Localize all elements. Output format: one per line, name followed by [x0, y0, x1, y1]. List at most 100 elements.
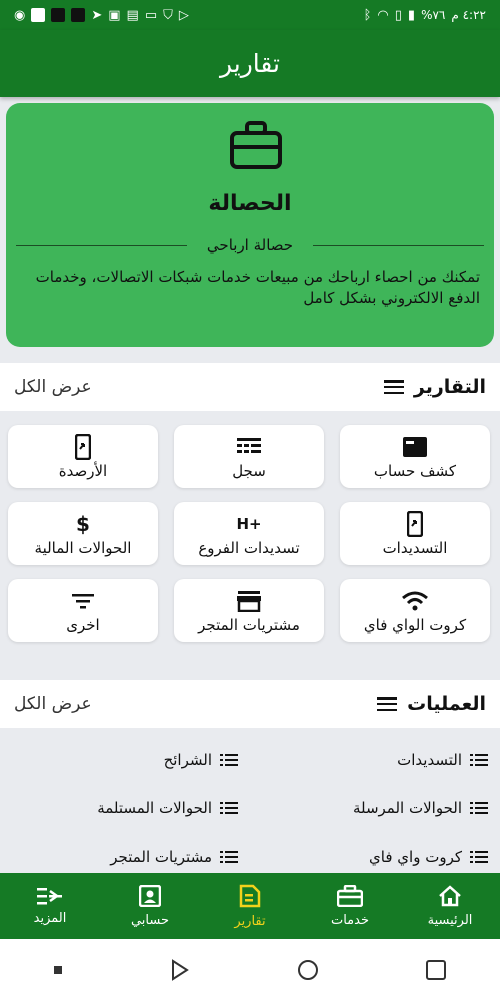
payments-phone-icon: [407, 510, 423, 537]
operation-item-sent-transfers[interactable]: الحوالات المرسلة: [353, 793, 488, 823]
nav-label: خدمات: [330, 912, 370, 928]
list-icon: [470, 800, 488, 816]
wifi-icon: [401, 588, 429, 614]
operations-title-group: العمليات: [377, 693, 486, 715]
filter-icon: [72, 588, 94, 614]
card-divider: حصالة ارباحي: [16, 235, 485, 255]
dot-icon: [54, 965, 62, 974]
status-bar: ◉ ➤ ▣ ▤ ▭ ⛉ ▷ ᛒ ◠ ▯ ▮ %٧٦ ٤:٢٢ م: [0, 0, 500, 30]
list-icon: [470, 752, 488, 768]
report-item-label: مشتريات المتجر: [198, 615, 300, 634]
card-title: الحصالة: [208, 191, 292, 216]
list-icon: [220, 800, 238, 816]
signal-icon: ▮: [407, 7, 416, 23]
image-icon: ▣: [108, 7, 121, 23]
report-item-balances[interactable]: الأرصدة: [8, 425, 158, 488]
nav-label: تقارير: [234, 913, 266, 929]
app-square-icon: [31, 8, 46, 22]
status-right-info: ᛒ ◠ ▯ ▮ %٧٦ ٤:٢٢ م: [364, 8, 486, 22]
nav-item-more[interactable]: المزيد: [0, 873, 100, 939]
operation-label: التسديدات: [397, 751, 462, 769]
reports-section-header: التقارير عرض الكل: [0, 363, 500, 411]
card-description: تمكنك من احصاء ارباحك من مبيعات خدمات شب…: [35, 268, 480, 307]
bluetooth-icon: ᛒ: [363, 7, 372, 23]
operations-view-all-link[interactable]: عرض الكل: [14, 694, 92, 714]
branch-payments-icon: H+: [236, 514, 262, 533]
operation-item-payments[interactable]: التسديدات: [397, 745, 488, 775]
operation-item-received-transfers[interactable]: الحوالات المستلمة: [97, 793, 238, 823]
money-transfer-icon: $: [76, 511, 90, 536]
report-item-label: الحوالات المالية: [34, 538, 132, 557]
report-icon: [239, 884, 261, 907]
back-icon[interactable]: [169, 958, 191, 981]
list-icon: [470, 849, 488, 865]
piggy-bank-card[interactable]: الحصالة حصالة ارباحي تمكنك من احصاء اربا…: [6, 103, 494, 347]
operation-label: كروت واي فاي: [369, 848, 462, 866]
telegram-icon: ➤: [91, 7, 103, 23]
nav-label: حسابي: [130, 912, 170, 928]
home-circle-icon[interactable]: [297, 959, 319, 981]
nav-item-home[interactable]: الرئيسية: [400, 873, 500, 939]
nav-item-reports[interactable]: تقارير: [200, 873, 300, 939]
bottom-nav: الرئيسية خدمات تقارير حسابي المزيد: [0, 873, 500, 939]
report-item-label: سجل: [232, 461, 266, 480]
statement-icon: [402, 434, 428, 460]
briefcase-icon: [230, 121, 282, 169]
app-square-icon: [51, 8, 66, 22]
operation-label: الشرائح: [163, 751, 212, 769]
report-item-label: تسديدات الفروع: [198, 538, 300, 557]
home-icon: [439, 884, 461, 906]
app-bar: تقارير: [0, 30, 500, 97]
page-title: تقارير: [219, 49, 281, 78]
no-sim-icon: ▯: [394, 7, 402, 23]
report-item-store-purchases[interactable]: مشتريات المتجر: [174, 579, 324, 642]
balances-phone-icon: [75, 433, 91, 460]
operation-label: الحوالات المستلمة: [97, 799, 212, 817]
report-item-other[interactable]: اخرى: [8, 579, 158, 642]
nav-label: الرئيسية: [427, 912, 473, 928]
reports-view-all-link[interactable]: عرض الكل: [14, 377, 92, 397]
operation-item-wifi-cards[interactable]: كروت واي فاي: [369, 842, 488, 872]
report-item-label: اخرى: [66, 615, 100, 634]
shield-icon: ⛉: [163, 7, 173, 23]
operation-label: مشتريات المتجر: [110, 848, 212, 866]
media-icon: ▭: [144, 7, 158, 23]
status-left-icons: ◉ ➤ ▣ ▤ ▭ ⛉ ▷: [14, 8, 189, 22]
reports-title: التقارير: [413, 376, 486, 398]
play-icon: ▷: [178, 7, 189, 23]
operations-section-header: العمليات عرض الكل: [0, 680, 500, 728]
report-item-payments[interactable]: التسديدات: [340, 502, 490, 565]
report-item-label: الأرصدة: [58, 461, 108, 480]
report-item-branch-payments[interactable]: H+ تسديدات الفروع: [174, 502, 324, 565]
store-icon: [237, 588, 261, 614]
menu-icon: [383, 380, 404, 394]
system-nav-bar: [0, 939, 500, 1000]
list-icon: [220, 752, 238, 768]
report-item-money-transfers[interactable]: $ الحوالات المالية: [8, 502, 158, 565]
report-item-ledger[interactable]: سجل: [174, 425, 324, 488]
toolbox-icon: [337, 884, 363, 907]
card-subtitle: حصالة ارباحي: [206, 236, 294, 254]
report-item-statement[interactable]: كشف حساب: [340, 425, 490, 488]
operations-title: العمليات: [407, 693, 486, 715]
report-item-label: التسديدات: [382, 538, 448, 557]
recents-icon[interactable]: [425, 959, 447, 981]
status-time: ٤:٢٢ م: [451, 8, 486, 22]
battery-percent: %٧٦: [421, 8, 446, 22]
app-square-icon: [71, 8, 86, 22]
whatsapp-icon: ◉: [14, 7, 26, 23]
reports-title-group: التقارير: [383, 376, 486, 398]
ledger-icon: [237, 434, 261, 460]
chart-icon: ▤: [126, 7, 139, 23]
report-item-label: كشف حساب: [373, 461, 457, 480]
operation-item-sims[interactable]: الشرائح: [164, 745, 238, 775]
report-item-wifi-cards[interactable]: كروت الواي فاي: [340, 579, 490, 642]
operation-label: الحوالات المرسلة: [352, 799, 462, 817]
list-icon: [220, 849, 238, 865]
nav-item-services[interactable]: خدمات: [300, 873, 400, 939]
operation-item-store-purchases[interactable]: مشتريات المتجر: [110, 842, 238, 872]
more-icon: [37, 887, 62, 904]
wifi-status-icon: ◠: [377, 7, 389, 23]
report-item-label: كروت الواي فاي: [363, 615, 467, 634]
nav-item-account[interactable]: حسابي: [100, 873, 200, 939]
